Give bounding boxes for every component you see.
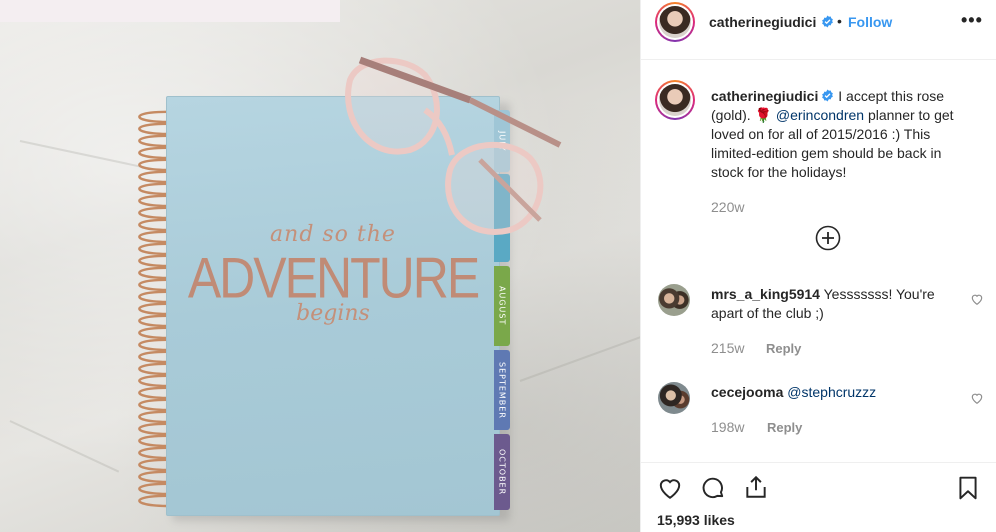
- comment-age[interactable]: 215w: [711, 340, 744, 356]
- verified-badge-icon: [822, 89, 834, 102]
- verified-badge-icon: [822, 15, 833, 28]
- author-username[interactable]: catherinegiudici: [709, 14, 816, 30]
- post-header: catherinegiudici • Follow •••: [641, 0, 996, 60]
- comment-username[interactable]: mrs_a_king5914: [711, 286, 820, 302]
- comment-body: mrs_a_king5914 Yesssssss! You're apart o…: [711, 285, 963, 323]
- more-options-button[interactable]: •••: [961, 10, 983, 31]
- comment-mention-link[interactable]: @stephcruzzz: [787, 384, 876, 400]
- caption-mention-link[interactable]: @erincondren: [776, 107, 864, 123]
- caption-username[interactable]: catherinegiudici: [711, 88, 818, 104]
- comment-reply-button[interactable]: Reply: [766, 341, 801, 356]
- header-separator: •: [837, 13, 842, 29]
- comment-username[interactable]: cecejooma: [711, 384, 783, 400]
- comment-icon[interactable]: [700, 475, 726, 501]
- marble-vein: [9, 420, 120, 473]
- commenter-avatar[interactable]: [658, 284, 690, 316]
- bookmark-icon[interactable]: [955, 475, 981, 501]
- author-avatar[interactable]: [655, 2, 695, 42]
- likes-count[interactable]: 15,993 likes: [657, 512, 735, 528]
- rose-emoji: 🌹: [754, 107, 773, 123]
- commenter-avatar[interactable]: [658, 382, 690, 414]
- planner-tab: SEPTEMBER: [494, 350, 510, 430]
- caption-author-avatar[interactable]: [655, 80, 695, 120]
- follow-button[interactable]: Follow: [848, 14, 892, 30]
- comment-age[interactable]: 198w: [711, 419, 744, 435]
- caption-age[interactable]: 220w: [711, 199, 744, 215]
- cover-line-2: ADVENTURE: [187, 245, 480, 311]
- plus-circle-icon[interactable]: [815, 225, 841, 251]
- planner-tab: OCTOBER: [494, 434, 510, 510]
- comment-like-heart-icon[interactable]: [970, 391, 984, 405]
- post-caption: catherinegiudici I accept this rose (gol…: [711, 87, 973, 182]
- share-icon[interactable]: [743, 474, 769, 500]
- comment-body: cecejooma @stephcruzzz: [711, 383, 963, 402]
- marble-vein: [519, 325, 640, 382]
- comment-like-heart-icon[interactable]: [970, 292, 984, 306]
- post-photo[interactable]: JULY AUGUST SEPTEMBER OCTOBER and so the…: [0, 0, 640, 532]
- heart-icon[interactable]: [657, 475, 683, 501]
- post-actions-bar: 15,993 likes: [641, 462, 996, 532]
- photo-light-strip: [0, 0, 340, 22]
- post-sidebar: catherinegiudici • Follow ••• catherineg…: [640, 0, 996, 532]
- eyeglasses: [345, 56, 562, 235]
- comment-reply-button[interactable]: Reply: [767, 420, 802, 435]
